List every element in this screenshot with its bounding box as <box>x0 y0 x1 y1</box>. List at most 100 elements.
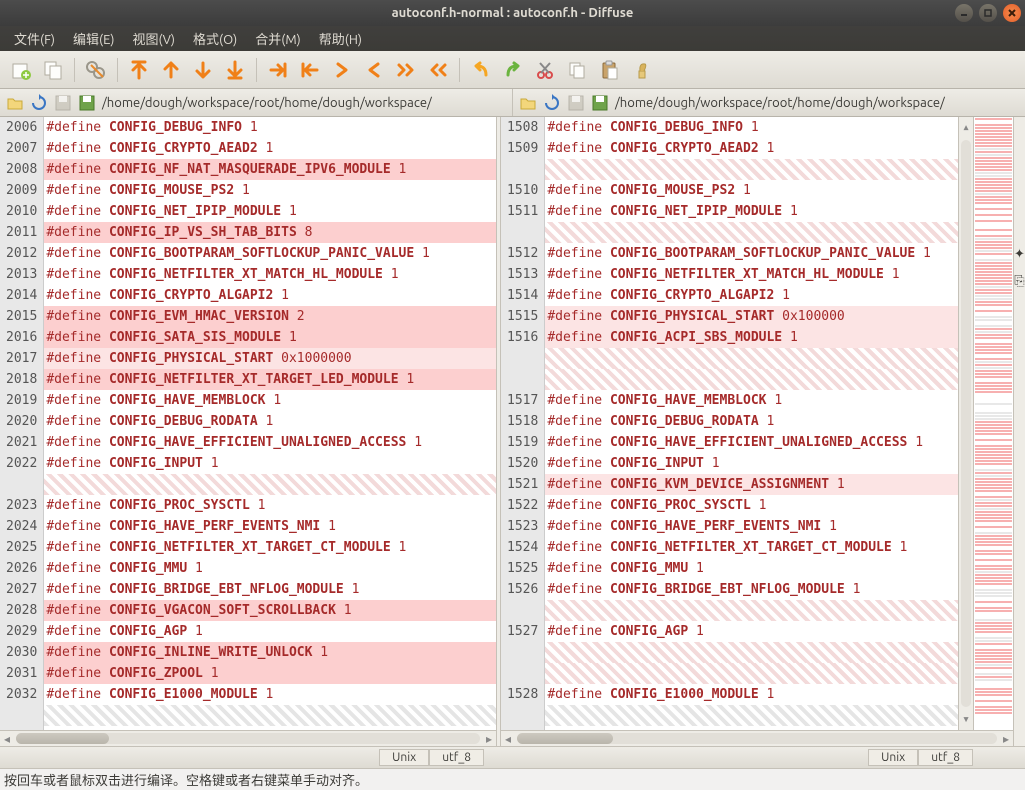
paste-button[interactable] <box>594 55 624 85</box>
code-line[interactable]: #define CONFIG_BRIDGE_EBT_NFLOG_MODULE 1 <box>44 579 496 600</box>
code-line[interactable]: #define CONFIG_INPUT 1 <box>545 453 958 474</box>
code-line[interactable]: #define CONFIG_BRIDGE_EBT_NFLOG_MODULE 1 <box>545 579 958 600</box>
code-line[interactable] <box>545 663 958 684</box>
merge-both-r-button[interactable] <box>391 55 421 85</box>
code-line[interactable]: #define CONFIG_VGACON_SOFT_SCROLLBACK 1 <box>44 600 496 621</box>
menu-help[interactable]: 帮助(H) <box>311 25 370 52</box>
code-line[interactable]: #define CONFIG_HAVE_EFFICIENT_UNALIGNED_… <box>545 432 958 453</box>
first-diff-button[interactable] <box>124 55 154 85</box>
menu-format[interactable]: 格式(O) <box>185 25 245 52</box>
menu-view[interactable]: 视图(V) <box>125 25 183 52</box>
reload-left-button[interactable] <box>28 92 50 114</box>
maximize-button[interactable] <box>979 4 997 22</box>
code-line[interactable] <box>545 222 958 243</box>
copy-left-button[interactable] <box>359 55 389 85</box>
save-right-button[interactable] <box>565 92 587 114</box>
code-line[interactable]: #define CONFIG_DEBUG_RODATA 1 <box>545 411 958 432</box>
code-line[interactable]: #define CONFIG_INPUT 1 <box>44 453 496 474</box>
hscroll-right[interactable]: ◂ ▸ <box>501 730 1013 746</box>
encoding-right[interactable]: utf_8 <box>918 749 973 766</box>
code-line[interactable]: #define CONFIG_DEBUG_INFO 1 <box>545 117 958 138</box>
code-line[interactable]: #define CONFIG_ACPI_SBS_MODULE 1 <box>545 327 958 348</box>
reload-right-button[interactable] <box>541 92 563 114</box>
tool-star-icon[interactable]: ✦ <box>1014 247 1025 262</box>
realign-button[interactable] <box>81 55 111 85</box>
code-line[interactable] <box>545 369 958 390</box>
open-right-button[interactable] <box>517 92 539 114</box>
code-line[interactable] <box>545 600 958 621</box>
code-line[interactable]: #define CONFIG_NETFILTER_XT_MATCH_HL_MOD… <box>44 264 496 285</box>
merge-both-l-button[interactable] <box>423 55 453 85</box>
code-line[interactable] <box>545 348 958 369</box>
copy-right-button[interactable] <box>327 55 357 85</box>
code-area-right[interactable]: 1508150915101511151215131514151515161517… <box>501 117 1013 730</box>
code-line[interactable]: #define CONFIG_HAVE_MEMBLOCK 1 <box>44 390 496 411</box>
code-line[interactable]: #define CONFIG_HAVE_PERF_EVENTS_NMI 1 <box>545 516 958 537</box>
code-line[interactable]: #define CONFIG_NETFILTER_XT_TARGET_CT_MO… <box>44 537 496 558</box>
code-line[interactable]: #define CONFIG_HAVE_EFFICIENT_UNALIGNED_… <box>44 432 496 453</box>
last-diff-button[interactable] <box>220 55 250 85</box>
code-line[interactable]: #define CONFIG_AGP 1 <box>44 621 496 642</box>
code-line[interactable]: #define CONFIG_NETFILTER_XT_MATCH_HL_MOD… <box>545 264 958 285</box>
encoding-left[interactable]: utf_8 <box>429 749 484 766</box>
redo-button[interactable] <box>498 55 528 85</box>
hscroll-left[interactable]: ◂ ▸ <box>0 730 496 746</box>
code-line[interactable]: #define CONFIG_DEBUG_RODATA 1 <box>44 411 496 432</box>
eol-left[interactable]: Unix <box>379 749 429 766</box>
copy-button[interactable] <box>38 55 68 85</box>
open-left-button[interactable] <box>4 92 26 114</box>
code-line[interactable]: #define CONFIG_EVM_HMAC_VERSION 2 <box>44 306 496 327</box>
code-line[interactable]: #define CONFIG_IP_VS_SH_TAB_BITS 8 <box>44 222 496 243</box>
code-line[interactable]: #define CONFIG_CRYPTO_ALGAPI2 1 <box>44 285 496 306</box>
clear-button[interactable] <box>626 55 656 85</box>
code-line[interactable]: #define CONFIG_PROC_SYSCTL 1 <box>44 495 496 516</box>
code-line[interactable] <box>545 159 958 180</box>
push-left-button[interactable] <box>295 55 325 85</box>
code-line[interactable]: #define CONFIG_HAVE_MEMBLOCK 1 <box>545 390 958 411</box>
code-line[interactable]: #define CONFIG_NET_IPIP_MODULE 1 <box>44 201 496 222</box>
code-line[interactable]: #define CONFIG_MOUSE_PS2 1 <box>44 180 496 201</box>
undo-button[interactable] <box>466 55 496 85</box>
path-right[interactable]: /home/dough/workspace/root/home/dough/wo… <box>613 96 1021 110</box>
prev-diff-button[interactable] <box>156 55 186 85</box>
path-left[interactable]: /home/dough/workspace/root/home/dough/wo… <box>100 96 508 110</box>
code-line[interactable]: #define CONFIG_PROC_SYSCTL 1 <box>545 495 958 516</box>
code-line[interactable]: #define CONFIG_SATA_SIS_MODULE 1 <box>44 327 496 348</box>
code-line[interactable]: #define CONFIG_NF_NAT_MASQUERADE_IPV6_MO… <box>44 159 496 180</box>
code-line[interactable] <box>545 642 958 663</box>
saveas-right-button[interactable] <box>589 92 611 114</box>
tool-lock-icon[interactable]: ⎘ <box>1014 274 1024 289</box>
code-line[interactable] <box>44 474 496 495</box>
code-line[interactable]: #define CONFIG_BOOTPARAM_SOFTLOCKUP_PANI… <box>545 243 958 264</box>
code-line[interactable]: #define CONFIG_PHYSICAL_START 0x1000000 <box>44 348 496 369</box>
code-line[interactable]: #define CONFIG_E1000_MODULE 1 <box>44 684 496 705</box>
menu-merge[interactable]: 合并(M) <box>247 25 309 52</box>
code-line[interactable]: #define CONFIG_MMU 1 <box>44 558 496 579</box>
new-tab-button[interactable] <box>6 55 36 85</box>
code-line[interactable]: #define CONFIG_BOOTPARAM_SOFTLOCKUP_PANI… <box>44 243 496 264</box>
code-line[interactable]: #define CONFIG_DEBUG_INFO 1 <box>44 117 496 138</box>
code-line[interactable]: #define CONFIG_MMU 1 <box>545 558 958 579</box>
next-diff-button[interactable] <box>188 55 218 85</box>
code-line[interactable]: #define CONFIG_NETFILTER_XT_TARGET_CT_MO… <box>545 537 958 558</box>
code-line[interactable] <box>545 705 958 726</box>
copy-clip-button[interactable] <box>562 55 592 85</box>
code-line[interactable] <box>44 705 496 726</box>
code-line[interactable]: #define CONFIG_AGP 1 <box>545 621 958 642</box>
code-line[interactable]: #define CONFIG_PHYSICAL_START 0x100000 <box>545 306 958 327</box>
code-line[interactable]: #define CONFIG_KVM_DEVICE_ASSIGNMENT 1 <box>545 474 958 495</box>
eol-right[interactable]: Unix <box>868 749 918 766</box>
code-line[interactable]: #define CONFIG_CRYPTO_AEAD2 1 <box>44 138 496 159</box>
menu-edit[interactable]: 编辑(E) <box>65 25 122 52</box>
code-line[interactable]: #define CONFIG_CRYPTO_ALGAPI2 1 <box>545 285 958 306</box>
vscroll[interactable]: ▴ ▾ <box>958 117 973 730</box>
cut-button[interactable] <box>530 55 560 85</box>
code-line[interactable]: #define CONFIG_MOUSE_PS2 1 <box>545 180 958 201</box>
save-left-button[interactable] <box>52 92 74 114</box>
diff-overview[interactable] <box>973 117 1013 730</box>
menu-file[interactable]: 文件(F) <box>6 25 63 52</box>
code-line[interactable]: #define CONFIG_CRYPTO_AEAD2 1 <box>545 138 958 159</box>
code-line[interactable]: #define CONFIG_E1000_MODULE 1 <box>545 684 958 705</box>
code-line[interactable]: #define CONFIG_INLINE_WRITE_UNLOCK 1 <box>44 642 496 663</box>
minimize-button[interactable] <box>955 4 973 22</box>
